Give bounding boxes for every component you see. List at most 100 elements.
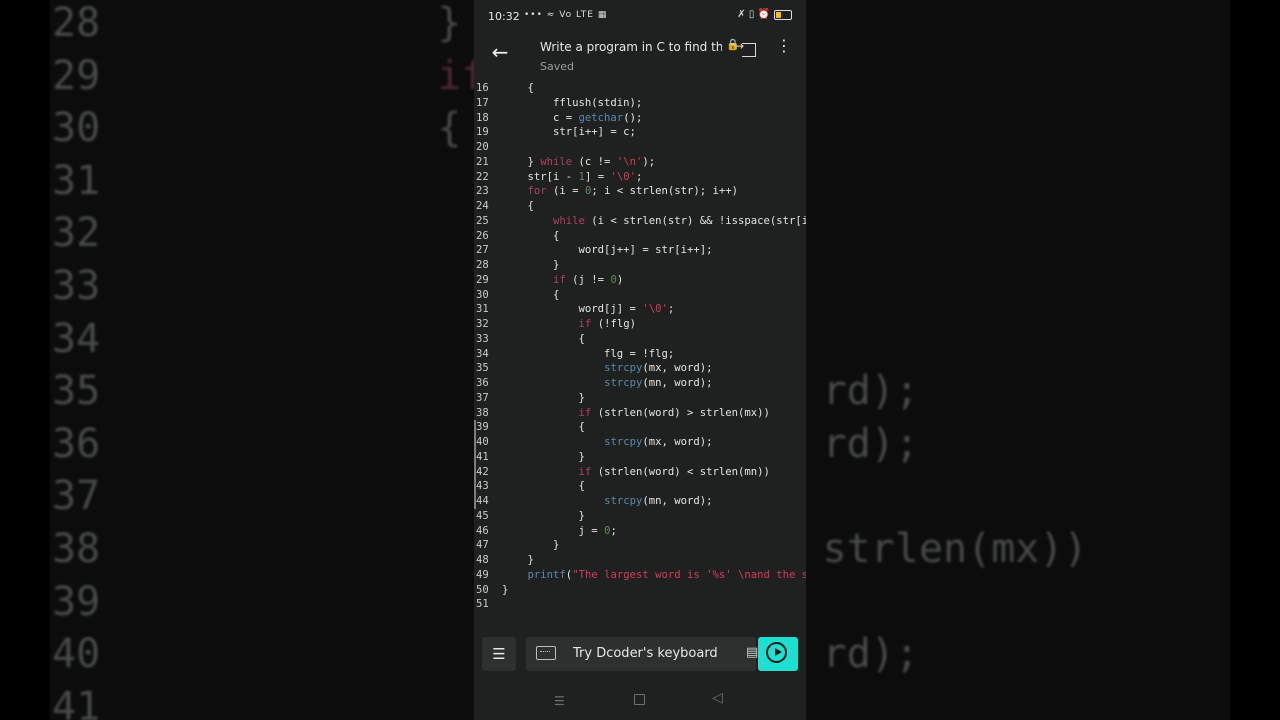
line-number: 18: [476, 111, 489, 124]
code-line[interactable]: 43 {: [474, 479, 806, 494]
line-number: 24: [476, 200, 489, 212]
code-text: for (i = 0; i < strlen(str); i++): [527, 185, 739, 198]
code-line[interactable]: 25 while (i < strlen(str) && !isspace(st…: [474, 214, 806, 229]
code-text: strcpy(mn, word);: [604, 495, 713, 507]
code-text: if (!flg): [578, 318, 636, 330]
code-line[interactable]: 28 }: [474, 258, 806, 273]
code-line[interactable]: 47 }: [474, 538, 806, 553]
code-line[interactable]: 24 {: [474, 199, 806, 214]
code-editor[interactable]: 16 {17 fflush(stdin); 18 c = getchar(); 19…: [474, 81, 806, 621]
system-nav-bar: ☰ ◁: [474, 684, 806, 720]
code-line[interactable]: 27 word[j++] = str[i++];: [474, 243, 806, 258]
document-icon[interactable]: ▤: [746, 645, 758, 660]
code-text: word[j] = '\0';: [502, 303, 675, 316]
code-text: {: [502, 288, 560, 301]
nav-back-icon[interactable]: ◁: [712, 690, 723, 706]
line-number: 38: [476, 406, 489, 419]
code-text: if (strlen(word) < strlen(mn)): [578, 465, 770, 478]
code-text: printf("The largest word is '%s' \nand t…: [527, 568, 806, 581]
file-list-button[interactable]: ☰: [482, 637, 516, 671]
code-line[interactable]: 51: [474, 597, 806, 612]
line-number: 49: [476, 568, 489, 581]
line-number: 22: [476, 170, 489, 183]
back-arrow-icon[interactable]: ←: [488, 40, 512, 64]
line-number: 33: [476, 332, 489, 345]
line-number: 25: [476, 214, 489, 227]
right-letterbox: [1230, 0, 1280, 720]
bottom-toolbar: ☰ Try Dcoder's keyboard ▤: [474, 631, 806, 677]
code-line[interactable]: 50}: [474, 583, 806, 598]
line-number: 16: [476, 82, 489, 94]
status-time: 10:32: [488, 10, 520, 23]
code-text: c = getchar();: [502, 111, 643, 124]
code-line[interactable]: 39 {: [474, 420, 806, 435]
code-text: strcpy(mx, word);: [604, 436, 713, 448]
line-number: 34: [476, 347, 489, 360]
keyboard-prompt-label: Try Dcoder's keyboard: [573, 646, 718, 661]
code-line[interactable]: 40 strcpy(mx, word);: [474, 435, 806, 450]
code-line[interactable]: 46 j = 0;: [474, 524, 806, 539]
code-text: fflush(stdin);: [502, 96, 643, 109]
code-text: {: [502, 200, 534, 212]
export-icon[interactable]: [734, 39, 756, 57]
keyboard-prompt-button[interactable]: Try Dcoder's keyboard: [526, 637, 756, 671]
line-number: 40: [476, 436, 489, 448]
play-icon: [766, 642, 787, 663]
code-text: str[i++] = c;: [502, 126, 636, 139]
code-line[interactable]: 42 if (strlen(word) < strlen(mn)): [474, 465, 806, 480]
code-line[interactable]: 45 }: [474, 509, 806, 524]
nav-home-icon[interactable]: [634, 694, 645, 705]
code-line[interactable]: 20: [474, 140, 806, 155]
code-line[interactable]: 16 {: [474, 81, 806, 96]
line-number: 46: [476, 524, 489, 537]
code-text: }: [502, 391, 585, 404]
line-number: 36: [476, 377, 489, 389]
code-text: flg = !flg;: [502, 347, 675, 360]
code-line[interactable]: 18 c = getchar();: [474, 111, 806, 126]
code-line[interactable]: 49 printf("The largest word is '%s' \nan…: [474, 568, 806, 583]
code-text: }: [502, 259, 560, 271]
code-line[interactable]: 22 str[i - 1] = '\0';: [474, 170, 806, 185]
battery-icon: [774, 9, 792, 20]
code-line[interactable]: 44 strcpy(mn, word);: [474, 494, 806, 509]
code-line[interactable]: 31 word[j] = '\0';: [474, 302, 806, 317]
run-button[interactable]: [758, 637, 798, 671]
code-text: {: [502, 332, 585, 345]
line-number: 39: [476, 421, 489, 434]
line-number: 29: [476, 273, 489, 286]
code-line[interactable]: 23 for (i = 0; i < strlen(str); i++): [474, 184, 806, 199]
code-text: {: [502, 229, 560, 242]
document-title: Write a program in C to find the largest…: [540, 40, 722, 54]
code-line[interactable]: 37 }: [474, 391, 806, 406]
line-number: 31: [476, 303, 489, 316]
code-line[interactable]: 29 if (j != 0): [474, 273, 806, 288]
line-number: 44: [476, 495, 489, 507]
code-line[interactable]: 38 if (strlen(word) > strlen(mx)): [474, 406, 806, 421]
code-line[interactable]: 17 fflush(stdin);: [474, 96, 806, 111]
nav-menu-icon[interactable]: ☰: [554, 694, 566, 708]
code-line[interactable]: 35 strcpy(mx, word);: [474, 361, 806, 376]
code-line[interactable]: 30 {: [474, 288, 806, 303]
code-text: strcpy(mn, word);: [604, 377, 713, 389]
code-line[interactable]: 26 {: [474, 229, 806, 244]
code-line[interactable]: 21 } while (c != '\n');: [474, 155, 806, 170]
line-number: 30: [476, 288, 489, 301]
code-text: }: [502, 539, 560, 552]
code-line[interactable]: 34 flg = !flg;: [474, 347, 806, 362]
phone-screen: 10:32 ••• ≈ Vo LTE ▦ ✗ ▯ ⏰ ← Write a pro…: [474, 0, 806, 720]
line-number: 41: [476, 450, 489, 463]
code-line[interactable]: 48 }: [474, 553, 806, 568]
code-line[interactable]: 41 }: [474, 450, 806, 465]
code-text: {: [502, 480, 585, 493]
line-number: 23: [476, 185, 489, 198]
title-wrap[interactable]: Write a program in C to find the largest…: [540, 40, 724, 73]
code-line[interactable]: 33 {: [474, 332, 806, 347]
code-line[interactable]: 36 strcpy(mn, word);: [474, 376, 806, 391]
left-letterbox: [0, 0, 50, 720]
code-line[interactable]: 32 if (!flg): [474, 317, 806, 332]
code-text: }: [502, 583, 509, 596]
background-code-line: 34: [52, 315, 149, 362]
more-options-icon[interactable]: ⋮: [776, 38, 792, 54]
code-line[interactable]: 19 str[i++] = c;: [474, 125, 806, 140]
line-number: 43: [476, 480, 489, 493]
